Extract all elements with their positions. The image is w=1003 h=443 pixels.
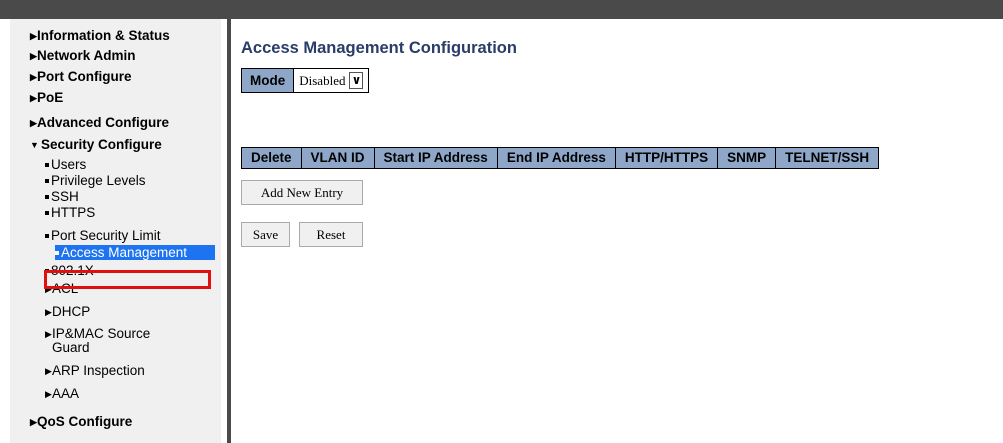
square-bullet-icon <box>45 195 49 199</box>
triangle-right-icon: ▶ <box>30 72 37 82</box>
sidebar-sub-access-management[interactable]: Access Management <box>55 245 215 260</box>
highlight-box <box>44 270 211 289</box>
top-bar <box>0 0 1003 19</box>
page-title: Access Management Configuration <box>241 39 517 57</box>
triangle-right-icon: ▶ <box>30 417 37 427</box>
sidebar-item-network-admin[interactable]: ▶Network Admin <box>30 47 136 65</box>
add-new-entry-button[interactable]: Add New Entry <box>241 180 363 205</box>
square-bullet-icon <box>45 179 49 183</box>
mode-select[interactable]: Disabled ∨ <box>294 69 369 92</box>
sidebar-sub-users[interactable]: Users <box>45 157 86 172</box>
triangle-down-icon: ▼ <box>30 140 39 150</box>
column-header-telnet-ssh: TELNET/SSH <box>785 150 870 165</box>
triangle-right-icon: ▶ <box>30 31 37 41</box>
triangle-right-icon: ▶ <box>45 307 52 317</box>
triangle-right-icon: ▶ <box>30 51 37 61</box>
table-header: Delete VLAN ID Start IP Address End IP A… <box>241 147 880 169</box>
sidebar-sub-port-security-limit[interactable]: Port Security Limit <box>45 228 161 243</box>
chevron-down-icon: ∨ <box>349 72 364 89</box>
square-bullet-icon <box>45 211 49 215</box>
column-header-vlan-id: VLAN ID <box>302 148 375 168</box>
sidebar-panel: ▶Information & Status ▶Network Admin ▶Po… <box>10 19 221 443</box>
column-header-delete: Delete <box>242 148 302 168</box>
triangle-right-icon: ▶ <box>45 329 52 339</box>
sidebar-sub-privilege-levels[interactable]: Privilege Levels <box>45 173 146 188</box>
sidebar-item-information-status[interactable]: ▶Information & Status <box>30 27 170 45</box>
sidebar-sub-aaa[interactable]: ▶AAA <box>45 386 79 402</box>
mode-select-value: Disabled <box>299 73 346 88</box>
triangle-right-icon: ▶ <box>30 118 37 128</box>
sidebar: ▶Information & Status ▶Network Admin ▶Po… <box>0 19 227 443</box>
sidebar-item-poe[interactable]: ▶PoE <box>30 89 63 107</box>
column-header-start-ip: Start IP Address <box>375 148 498 168</box>
square-bullet-icon <box>45 234 49 238</box>
sidebar-item-security-configure[interactable]: ▼ Security Configure <box>30 136 162 154</box>
sidebar-item-qos-configure[interactable]: ▶QoS Configure <box>30 413 132 431</box>
sidebar-sub-arp-inspection[interactable]: ▶ARP Inspection <box>45 363 145 379</box>
mode-row: Mode Disabled ∨ <box>241 68 370 93</box>
triangle-right-icon: ▶ <box>30 93 37 103</box>
mode-label: Mode <box>242 69 295 92</box>
triangle-right-icon: ▶ <box>45 366 52 376</box>
square-bullet-icon <box>45 163 49 167</box>
square-bullet-icon <box>55 251 59 255</box>
sidebar-sub-dhcp[interactable]: ▶DHCP <box>45 304 90 320</box>
sidebar-item-advanced-configure[interactable]: ▶Advanced Configure <box>30 114 169 132</box>
column-header-http-https: HTTP/HTTPS <box>616 148 719 168</box>
column-header-snmp: SNMP <box>718 148 777 168</box>
triangle-right-icon: ▶ <box>45 389 52 399</box>
column-header-end-ip: End IP Address <box>498 148 616 168</box>
sidebar-sub-ssh[interactable]: SSH <box>45 189 79 204</box>
main-content: Access Management Configuration Mode Dis… <box>231 19 1003 443</box>
sidebar-sub-ip-mac-source-guard-line2[interactable]: Guard <box>52 340 90 355</box>
save-button[interactable]: Save <box>241 222 290 247</box>
reset-button[interactable]: Reset <box>299 222 363 247</box>
sidebar-item-port-configure[interactable]: ▶Port Configure <box>30 68 132 86</box>
sidebar-sub-https[interactable]: HTTPS <box>45 205 95 220</box>
